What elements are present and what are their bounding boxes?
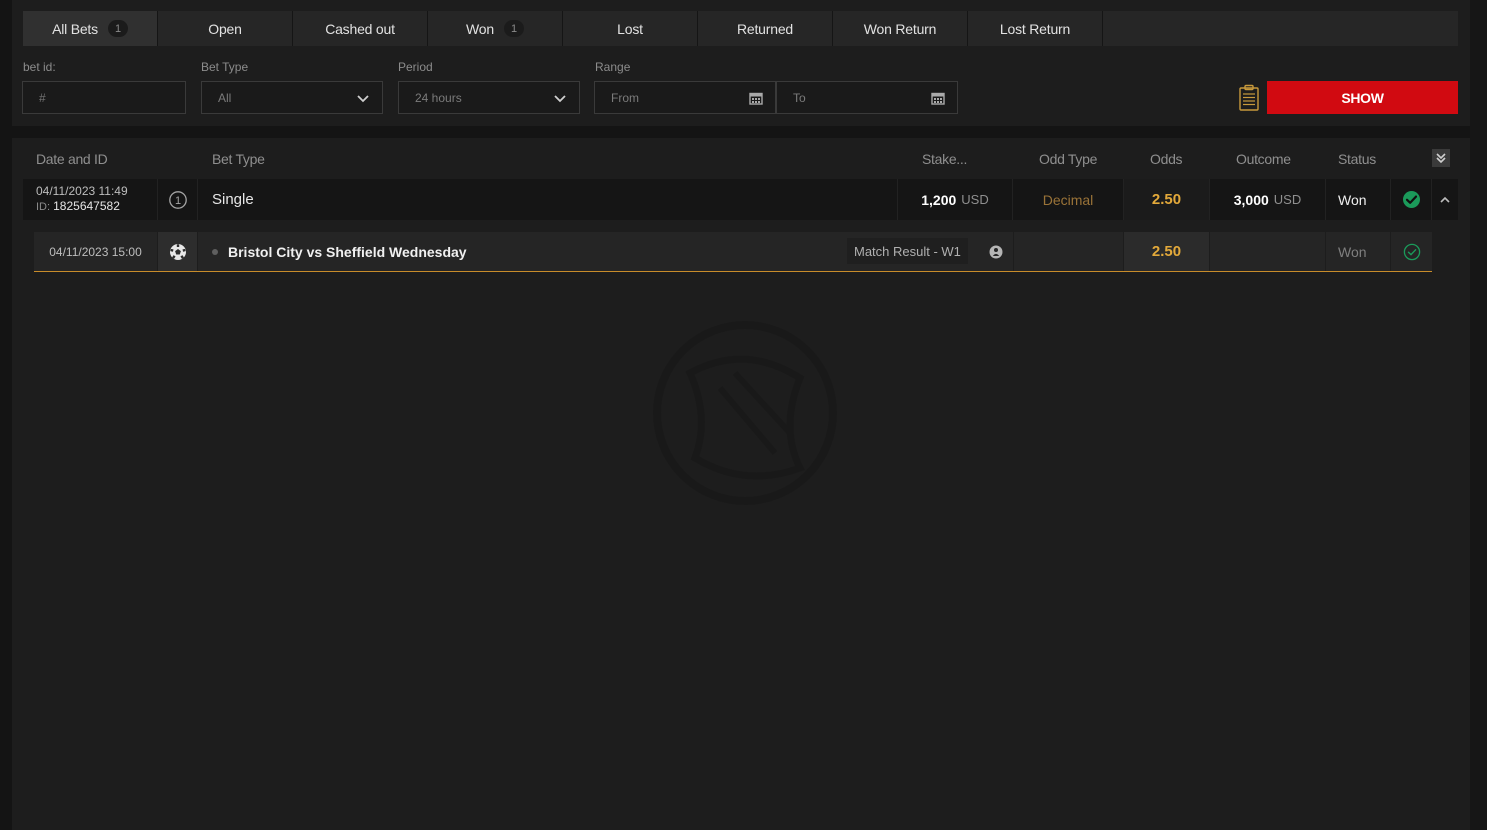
header-odds[interactable]: Odds: [1150, 151, 1183, 167]
tab-label: Lost Return: [999, 20, 1071, 37]
check-circle-outline-icon: [1403, 243, 1420, 260]
tab-label: Cashed out: [325, 20, 395, 37]
bet-id-label: ID:: [36, 201, 51, 213]
tab-label: Lost: [617, 20, 643, 37]
stake-cell: 1,200 USD: [898, 179, 1013, 220]
header-status[interactable]: Status: [1338, 151, 1376, 167]
info-person-icon: [989, 245, 1003, 258]
header-outcome[interactable]: Outcome: [1236, 151, 1291, 167]
watermark-logo-icon: [653, 321, 837, 505]
tab-all-bets[interactable]: All Bets 1: [23, 11, 158, 46]
tab-label: Open: [208, 20, 242, 37]
period-value: 24 hours: [415, 90, 462, 105]
bet-status-tabs: All Bets 1 Open Cashed out Won 1 Lost Re…: [23, 11, 1458, 46]
tab-count-badge: 1: [503, 20, 524, 37]
events-count: 1: [174, 195, 180, 207]
chevron-down-icon: [357, 95, 369, 103]
tab-lost-return[interactable]: Lost Return: [968, 11, 1103, 46]
calendar-icon[interactable]: [931, 91, 945, 105]
event-name-cell: Bristol City vs Sheffield Wednesday: [198, 232, 838, 271]
tab-open[interactable]: Open: [158, 11, 293, 46]
events-count-cell: 1: [158, 179, 198, 220]
tab-count-badge: 1: [107, 20, 128, 37]
event-odds-value: 2.50: [1124, 232, 1210, 271]
range-from-placeholder: From: [611, 90, 639, 105]
tab-cashed-out[interactable]: Cashed out: [293, 11, 428, 46]
bet-id-label: bet id:: [23, 60, 56, 74]
bet-status-check: [1391, 179, 1432, 220]
soccer-ball-icon: [169, 243, 186, 260]
sport-cell: [158, 232, 198, 271]
header-bet-type[interactable]: Bet Type: [212, 151, 265, 167]
event-dot: [212, 248, 218, 255]
outcome-amount: 3,000: [1233, 191, 1269, 208]
collapse-row-button[interactable]: [1432, 179, 1458, 220]
double-chevron-down-icon: [1436, 153, 1446, 164]
tab-won[interactable]: Won 1: [428, 11, 563, 46]
event-datetime: 04/11/2023 15:00: [34, 232, 158, 271]
clipboard-icon[interactable]: [1238, 84, 1260, 112]
right-gutter: [1470, 0, 1487, 830]
header-odd-type[interactable]: Odd Type: [1039, 151, 1097, 167]
event-info-button[interactable]: [979, 232, 1014, 271]
events-count-icon: 1: [168, 190, 187, 209]
tab-label: Won: [466, 20, 494, 37]
stake-amount: 1,200: [921, 191, 957, 208]
range-from-field[interactable]: From: [594, 81, 776, 114]
event-status-check: [1391, 232, 1432, 271]
bet-id-value: 1825647582: [53, 199, 120, 213]
outcome-cell: 3,000 USD: [1210, 179, 1326, 220]
stake-currency: USD: [961, 192, 989, 207]
bet-type-label: Bet Type: [201, 60, 249, 74]
event-odd-type-cell: [1014, 232, 1124, 271]
period-label: Period: [398, 60, 433, 74]
event-name: Bristol City vs Sheffield Wednesday: [228, 243, 467, 260]
bet-row[interactable]: 04/11/2023 11:49 ID: 1825647582 1 Single…: [23, 179, 1458, 220]
bet-status: Won: [1326, 179, 1391, 220]
header-date-id[interactable]: Date and ID: [36, 151, 108, 167]
tab-won-return[interactable]: Won Return: [833, 11, 968, 46]
tab-returned[interactable]: Returned: [698, 11, 833, 46]
calendar-icon[interactable]: [749, 91, 763, 105]
chevron-down-icon: [554, 95, 566, 103]
results-panel: Date and ID Bet Type Stake... Odd Type O…: [12, 138, 1470, 830]
event-row[interactable]: 04/11/2023 15:00 Bristol City vs Sheffie…: [34, 232, 1432, 272]
range-label: Range: [595, 60, 631, 74]
bet-odds-value: 2.50: [1124, 179, 1210, 220]
bet-type-value: All: [218, 90, 232, 105]
range-to-field[interactable]: To: [776, 81, 958, 114]
bet-id-line: ID: 1825647582: [36, 199, 120, 215]
header-stake[interactable]: Stake...: [922, 151, 967, 167]
outcome-currency: USD: [1273, 192, 1302, 207]
range-to-placeholder: To: [793, 90, 806, 105]
event-status: Won: [1326, 232, 1391, 271]
event-outcome-cell: [1210, 232, 1326, 271]
market-badge: Match Result - W1: [847, 238, 968, 264]
filters-panel: All Bets 1 Open Cashed out Won 1 Lost Re…: [12, 0, 1470, 126]
bet-id-input[interactable]: [39, 90, 169, 105]
tab-label: Returned: [737, 20, 793, 37]
chevron-up-icon: [1440, 196, 1450, 203]
collapse-all-button[interactable]: [1432, 149, 1450, 167]
bet-id-field[interactable]: [22, 81, 186, 114]
show-button[interactable]: SHOW: [1267, 81, 1458, 114]
period-select[interactable]: 24 hours: [398, 81, 580, 114]
tab-label: All Bets: [52, 20, 98, 37]
tab-label: Won Return: [863, 20, 937, 37]
bet-date-cell: 04/11/2023 11:49 ID: 1825647582: [23, 179, 158, 220]
bet-type-select[interactable]: All: [201, 81, 383, 114]
bet-type-value: Single: [198, 179, 898, 220]
tab-lost[interactable]: Lost: [563, 11, 698, 46]
bet-datetime: 04/11/2023 11:49: [36, 184, 128, 198]
check-circle-filled-icon: [1402, 191, 1420, 208]
odd-type-value: Decimal: [1013, 179, 1124, 220]
